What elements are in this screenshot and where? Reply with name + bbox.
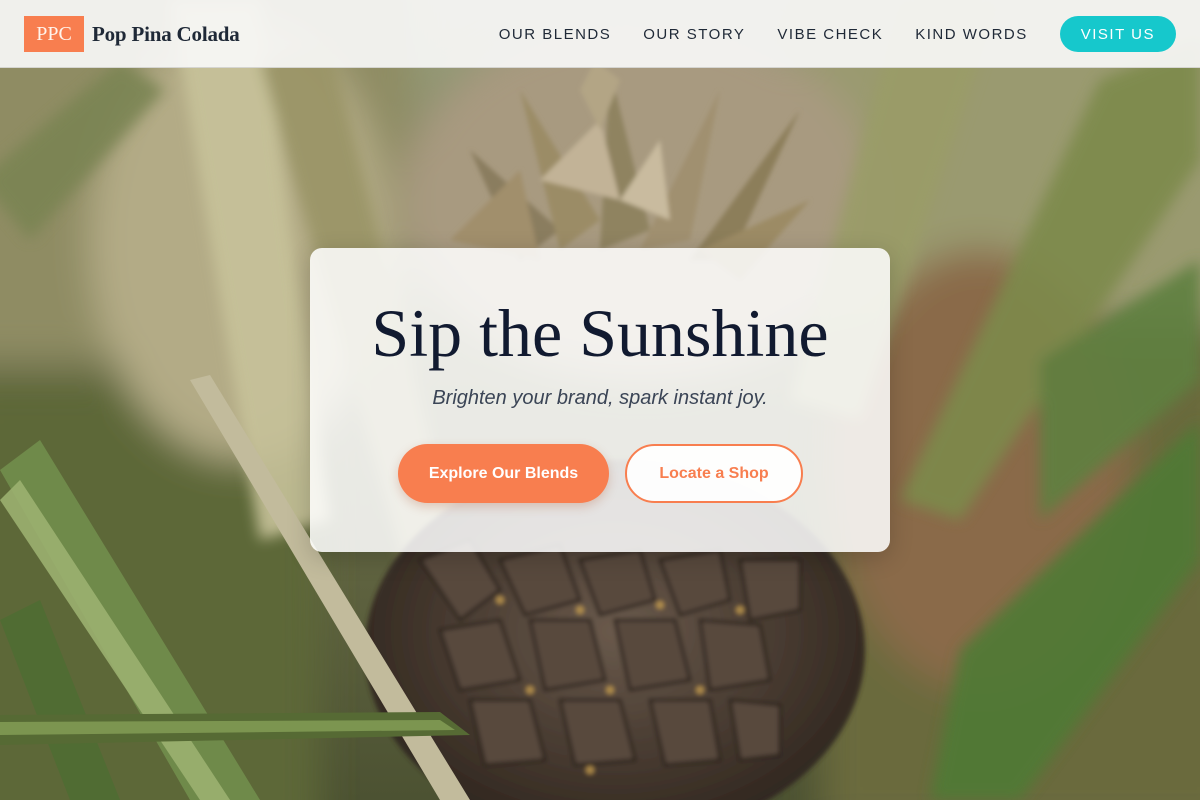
hero-title: Sip the Sunshine bbox=[371, 295, 829, 371]
nav-link-our-story[interactable]: OUR STORY bbox=[643, 26, 745, 43]
brand-name: Pop Pina Colada bbox=[92, 21, 240, 46]
hero-card: Sip the Sunshine Brighten your brand, sp… bbox=[310, 248, 890, 552]
explore-blends-button[interactable]: Explore Our Blends bbox=[398, 444, 609, 503]
landing-page: PPC Pop Pina Colada OUR BLENDS OUR STORY… bbox=[0, 0, 1200, 800]
hero-subtitle: Brighten your brand, spark instant joy. bbox=[432, 387, 768, 409]
nav-link-kind-words[interactable]: KIND WORDS bbox=[915, 26, 1028, 43]
locate-shop-button[interactable]: Locate a Shop bbox=[625, 444, 803, 503]
brand-logo-badge: PPC bbox=[24, 16, 84, 52]
visit-us-button[interactable]: VISIT US bbox=[1059, 16, 1176, 52]
main-nav: OUR BLENDS OUR STORY VIBE CHECK KIND WOR… bbox=[499, 0, 1176, 68]
brand-logo-link[interactable]: PPC Pop Pina Colada bbox=[24, 16, 240, 52]
top-navigation-bar: PPC Pop Pina Colada OUR BLENDS OUR STORY… bbox=[0, 0, 1200, 68]
nav-link-our-blends[interactable]: OUR BLENDS bbox=[499, 26, 612, 43]
nav-link-vibe-check[interactable]: VIBE CHECK bbox=[777, 26, 883, 43]
